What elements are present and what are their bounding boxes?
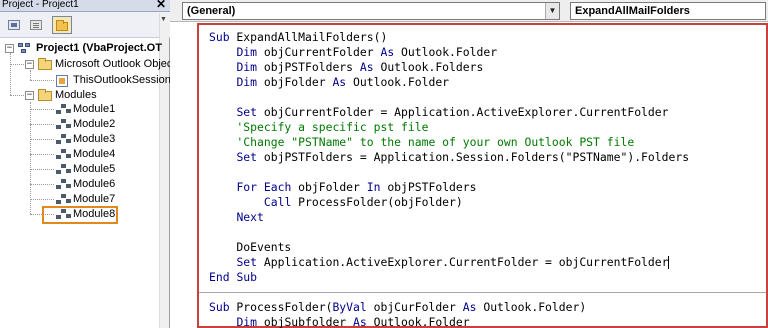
collapse-icon[interactable]: − [5, 44, 14, 53]
object-dropdown-value: (General) [187, 5, 236, 17]
module-icon [56, 149, 72, 161]
module8-highlight-box [42, 206, 118, 224]
tree-node-module[interactable]: Module4 [0, 147, 168, 162]
code-line: DoEvents [209, 240, 292, 254]
tree-node-outlook-objects[interactable]: − Microsoft Outlook Object [0, 57, 175, 72]
code-dropdown-bar: (General) ▼ ExpandAllMailFolders [170, 0, 768, 22]
tree-node-module[interactable]: Module3 [0, 132, 168, 147]
tree-node-outlook-objects-label: Microsoft Outlook Object [55, 58, 176, 70]
view-object-icon [30, 20, 42, 30]
module-icon [56, 194, 72, 206]
object-dropdown[interactable]: (General) ▼ [182, 2, 560, 20]
code-line: Sub ProcessFolder(ByVal objCurFolder As … [209, 300, 587, 314]
folder-icon [38, 89, 52, 101]
module-icon [56, 104, 72, 116]
text-caret [667, 256, 669, 269]
tree-node-module-label: Module1 [73, 103, 116, 115]
module-icon [56, 179, 72, 191]
tree-node-this-outlook-session[interactable]: ThisOutlookSession [0, 73, 171, 88]
tree-node-module-label: Module4 [73, 148, 116, 160]
code-line: Dim objFolder As Outlook.Folder [236, 75, 450, 89]
view-code-button[interactable] [4, 16, 24, 34]
code-editor[interactable]: Sub ExpandAllMailFolders() Dim objCurren… [197, 23, 768, 328]
tree-node-session-label: ThisOutlookSession [73, 74, 171, 86]
project-pane-toolbar [0, 12, 170, 38]
tree-node-project[interactable]: − Project1 (VbaProject.OT [0, 41, 168, 56]
code-line: Dim objCurrentFolder As Outlook.Folder [236, 45, 498, 59]
code-line: Set objCurrentFolder = Application.Activ… [236, 105, 669, 119]
module-icon [56, 134, 72, 146]
project-pane-titlebar: Project - Project1 ✕ [0, 0, 170, 12]
collapse-icon[interactable]: − [25, 91, 34, 100]
code-line: Set Application.ActiveExplorer.CurrentFo… [236, 255, 669, 269]
chevron-down-icon[interactable]: ▼ [545, 3, 559, 19]
project-explorer-pane: Project - Project1 ✕ ▼ − Project1 (VbaPr… [0, 0, 175, 328]
tree-node-module-label: Module5 [73, 163, 116, 175]
project-pane-title: Project - Project1 [2, 0, 79, 10]
tree-node-module-label: Module7 [73, 193, 116, 205]
tree-node-module[interactable]: Module6 [0, 177, 168, 192]
view-object-button[interactable] [26, 16, 46, 34]
code-line: Dim objPSTFolders As Outlook.Folders [236, 60, 484, 74]
code-line: For Each objFolder In objPSTFolders [236, 180, 477, 194]
toggle-folders-button[interactable] [52, 16, 72, 34]
code-line: Set objPSTFolders = Application.Session.… [236, 150, 690, 164]
collapse-icon[interactable]: − [25, 60, 34, 69]
code-line: End Sub [209, 270, 258, 284]
tree-node-module[interactable]: Module1 [0, 102, 168, 117]
tree-node-project-label: Project1 (VbaProject.OT [36, 42, 162, 54]
code-line: Dim objSubfolder As Outlook.Folder [236, 315, 470, 328]
folder-icon [56, 20, 68, 31]
tree-node-modules-label: Modules [55, 89, 97, 101]
vba-project-icon [18, 43, 32, 54]
code-line: 'Specify a specific pst file [209, 120, 429, 134]
procedure-separator [199, 292, 766, 293]
code-line: Sub ExpandAllMailFolders() [209, 30, 388, 44]
outlook-session-icon [56, 75, 68, 87]
procedure-dropdown[interactable]: ExpandAllMailFolders [570, 2, 766, 20]
tree-node-modules[interactable]: − Modules [0, 88, 168, 103]
tree-node-module[interactable]: Module5 [0, 162, 168, 177]
folder-icon [38, 58, 52, 70]
code-line: 'Change "PSTName" to the name of your ow… [209, 135, 635, 149]
scroll-down-arrow-icon[interactable]: ▼ [160, 16, 168, 23]
code-margin-indicator-bar[interactable] [170, 23, 197, 328]
procedure-dropdown-value: ExpandAllMailFolders [575, 5, 690, 17]
tree-node-module[interactable]: Module7 [0, 192, 168, 207]
tree-node-module[interactable]: Module2 [0, 117, 168, 132]
code-line: Call ProcessFolder(objFolder) [263, 195, 463, 209]
code-line: Next [236, 210, 264, 224]
module-icon [56, 164, 72, 176]
view-code-icon [8, 20, 20, 30]
module-icon [56, 119, 72, 131]
close-icon[interactable]: ✕ [155, 0, 167, 11]
tree-node-module-label: Module6 [73, 178, 116, 190]
tree-node-module-label: Module2 [73, 118, 116, 130]
code-window: (General) ▼ ExpandAllMailFolders Sub Exp… [170, 0, 768, 328]
tree-node-module-label: Module3 [73, 133, 116, 145]
